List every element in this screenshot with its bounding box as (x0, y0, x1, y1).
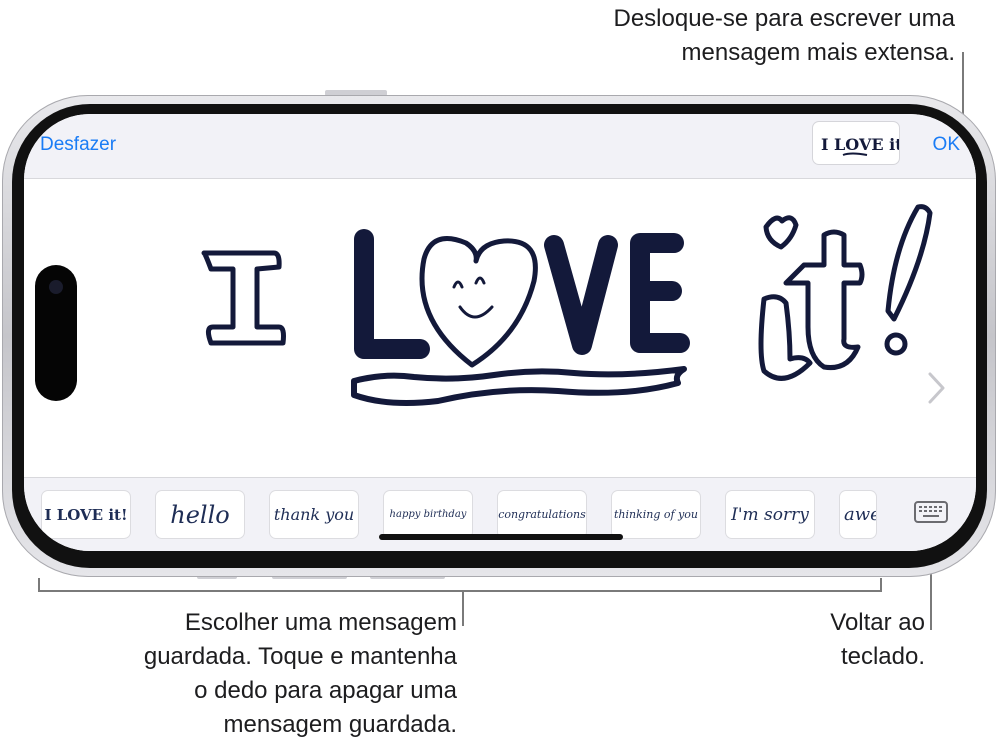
saved-message-text: happy birthday (389, 509, 467, 520)
leader-line (38, 578, 40, 592)
saved-message-text: thank you (273, 505, 355, 524)
callout-keyboard: Voltar ao teclado. (830, 609, 925, 670)
saved-message[interactable]: hello (156, 491, 244, 538)
done-button[interactable]: OK (933, 134, 960, 156)
saved-message-text: hello (170, 500, 230, 529)
chevron-right-icon[interactable] (926, 371, 948, 405)
saved-message-text: awe (844, 504, 876, 525)
saved-message-text: congratulations (498, 508, 586, 521)
saved-message-text: I LOVE it! (44, 505, 128, 524)
handwriting-preview: I LOVE it! (813, 122, 910, 164)
top-toolbar: Desfazer I LOVE it! OK (24, 114, 976, 179)
callout-scroll-hint: Desloque-se para escrever uma mensagem m… (613, 5, 956, 66)
preview-text: I LOVE it! (821, 135, 899, 154)
saved-message[interactable]: thinking of you (612, 491, 700, 538)
callout-saved-messages: Escolher uma mensagem guardada. Toque e … (143, 609, 457, 738)
saved-message-text: I'm sorry (731, 504, 809, 525)
drawing-canvas[interactable] (24, 179, 976, 477)
saved-message[interactable]: I'm sorry (726, 491, 814, 538)
leader-line (462, 590, 464, 626)
saved-message[interactable]: awe (840, 491, 876, 538)
home-indicator[interactable] (379, 534, 623, 540)
handwriting-drawing (201, 204, 933, 406)
undo-button[interactable]: Desfazer (40, 134, 116, 156)
saved-message-text: thinking of you (613, 508, 699, 521)
leader-line (38, 590, 882, 592)
dynamic-island (35, 265, 77, 401)
saved-message[interactable]: I LOVE it! (42, 491, 130, 538)
saved-message[interactable]: happy birthday (384, 491, 472, 538)
keyboard-icon[interactable] (914, 501, 948, 523)
camera-icon (49, 280, 63, 294)
preview-handwriting: I LOVE it! (821, 135, 910, 156)
saved-message[interactable]: congratulations (498, 491, 586, 538)
saved-message[interactable]: thank you (270, 491, 358, 538)
handwriting-screen: Desfazer I LOVE it! OK (24, 114, 976, 551)
leader-line (880, 578, 882, 592)
